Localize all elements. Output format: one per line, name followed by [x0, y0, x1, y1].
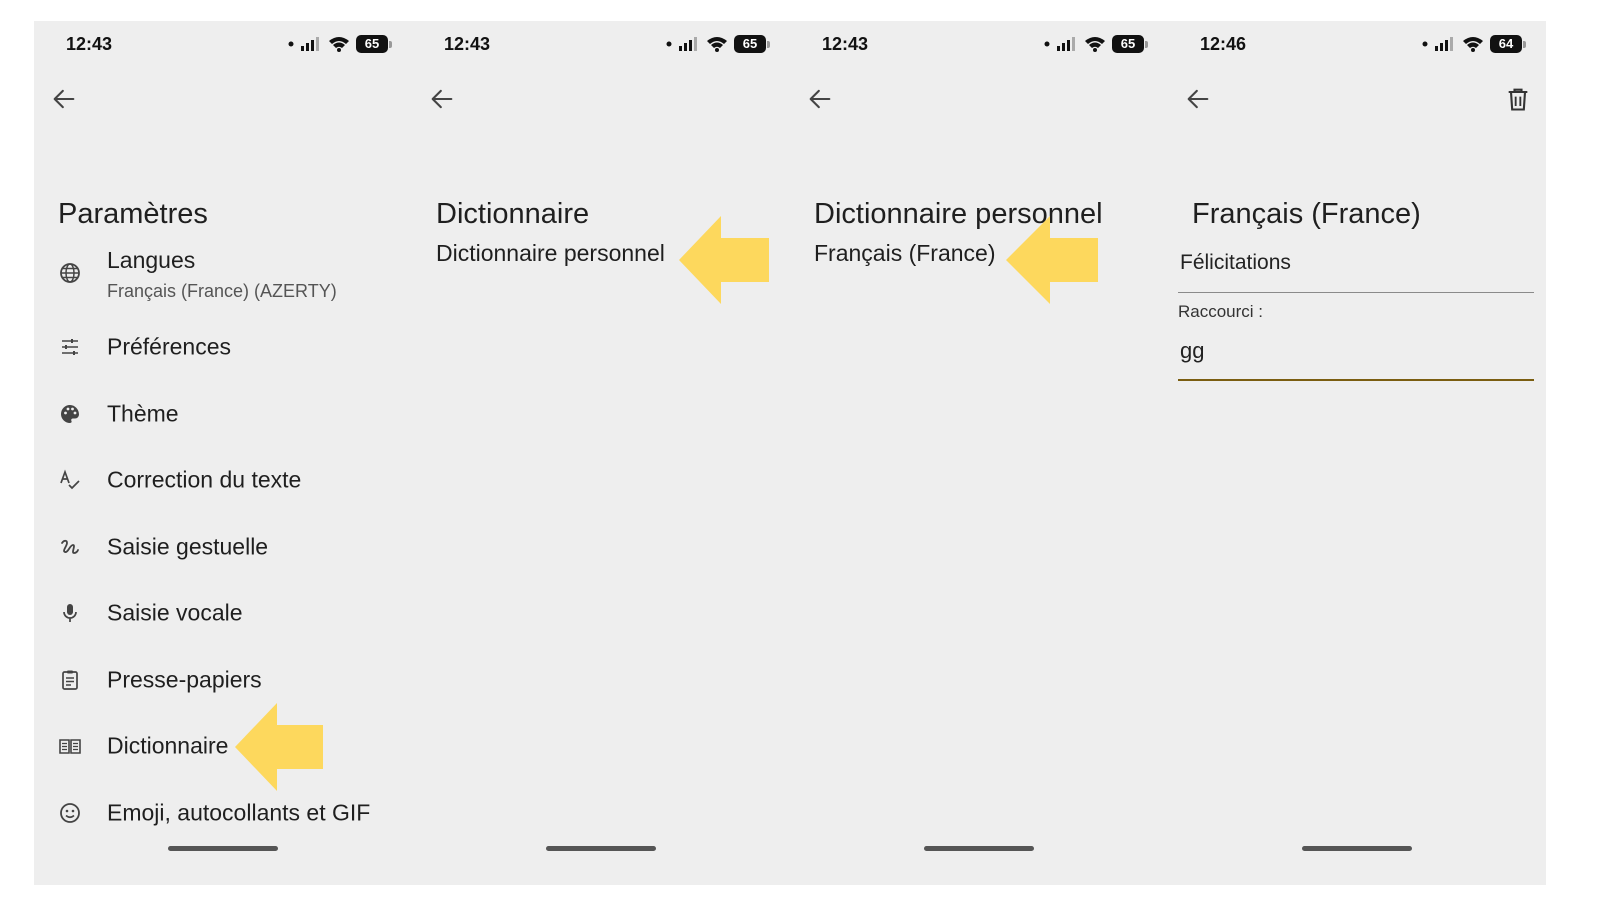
- menu-label: Dictionnaire: [107, 732, 229, 759]
- signal-icon: [1435, 37, 1453, 51]
- battery-icon: 64: [1490, 35, 1526, 53]
- shortcut-value: gg: [1180, 338, 1205, 363]
- status-time: 12:43: [822, 34, 869, 54]
- emoji-icon: [60, 803, 80, 823]
- menu-label: Préférences: [107, 333, 232, 360]
- back-arrow-icon[interactable]: [806, 85, 834, 113]
- menu-item-saisie-gestuelle[interactable]: Saisie gestuelle: [34, 519, 412, 575]
- gesture-icon: [61, 539, 79, 554]
- menu-item-dictionnaire[interactable]: Dictionnaire: [34, 718, 412, 774]
- menu-label: Correction du texte: [107, 466, 302, 493]
- menu-item-langues[interactable]: Langues Français (France) (AZERTY): [34, 239, 412, 307]
- menu-item-presse-papiers[interactable]: Presse-papiers: [34, 652, 412, 708]
- palette-icon: [60, 405, 79, 423]
- page-title: Dictionnaire: [436, 198, 590, 230]
- clipboard-icon: [62, 670, 78, 690]
- shortcut-field[interactable]: gg: [1178, 331, 1534, 381]
- battery-icon: 65: [734, 35, 770, 53]
- menu-label: Saisie vocale: [107, 599, 243, 626]
- battery-icon: 65: [1112, 35, 1148, 53]
- menu-label: Saisie gestuelle: [107, 533, 269, 560]
- dot-icon: [288, 41, 294, 47]
- home-indicator: [1302, 846, 1412, 851]
- wifi-icon: [1085, 37, 1105, 52]
- home-indicator: [924, 846, 1034, 851]
- page-title: Français (France): [1192, 198, 1421, 230]
- globe-icon: [60, 263, 80, 283]
- book-icon: [59, 739, 81, 754]
- menu-item-emoji[interactable]: Emoji, autocollants et GIF: [34, 785, 412, 841]
- status-time: 12:43: [66, 34, 113, 54]
- wifi-icon: [329, 37, 349, 52]
- menu-label: Thème: [107, 400, 179, 427]
- word-field[interactable]: Félicitations: [1178, 241, 1534, 293]
- signal-icon: [1057, 37, 1075, 51]
- screen-settings: 12:43 65 Paramètres Langues Français (Fr…: [34, 21, 412, 885]
- status-icons: 64: [1422, 35, 1526, 53]
- status-bar: 12:43 65: [34, 21, 412, 67]
- status-icons: 65: [1044, 35, 1148, 53]
- signal-icon: [301, 37, 319, 51]
- back-arrow-icon[interactable]: [50, 85, 78, 113]
- mic-icon: [63, 604, 77, 622]
- sliders-icon: [62, 339, 78, 355]
- status-bar: 12:43 65: [790, 21, 1168, 67]
- highlight-arrow-icon: [1006, 216, 1098, 304]
- status-bar: 12:43 65: [412, 21, 790, 67]
- highlight-arrow-icon: [679, 216, 769, 304]
- dot-icon: [1044, 41, 1050, 47]
- status-icons: 65: [666, 35, 770, 53]
- spellcheck-icon: [60, 469, 80, 490]
- item-francais-france[interactable]: Français (France): [814, 240, 995, 267]
- home-indicator: [168, 846, 278, 851]
- dot-icon: [1422, 41, 1428, 47]
- dot-icon: [666, 41, 672, 47]
- wifi-icon: [1463, 37, 1483, 52]
- menu-label: Emoji, autocollants et GIF: [107, 799, 371, 826]
- menu-label: Presse-papiers: [107, 666, 262, 693]
- status-bar: 12:46 64: [1168, 21, 1546, 67]
- status-time: 12:46: [1200, 34, 1247, 54]
- back-arrow-icon[interactable]: [1184, 85, 1212, 113]
- menu-item-theme[interactable]: Thème: [34, 386, 412, 442]
- menu-item-saisie-vocale[interactable]: Saisie vocale: [34, 585, 412, 641]
- menu-item-preferences[interactable]: Préférences: [34, 319, 412, 375]
- signal-icon: [679, 37, 697, 51]
- word-value: Félicitations: [1180, 251, 1291, 274]
- menu-sublabel: Français (France) (AZERTY): [107, 281, 337, 301]
- home-indicator: [546, 846, 656, 851]
- screen-personal-dictionary: 12:43 65 Dictionnaire personnel Français…: [790, 21, 1168, 885]
- menu-item-correction[interactable]: Correction du texte: [34, 452, 412, 508]
- page-title: Paramètres: [58, 198, 208, 230]
- screen-dictionary: 12:43 65 Dictionnaire Dictionnaire perso…: [412, 21, 790, 885]
- wifi-icon: [707, 37, 727, 52]
- status-time: 12:43: [444, 34, 491, 54]
- trash-icon[interactable]: [1504, 85, 1532, 113]
- highlight-arrow-icon: [235, 703, 323, 791]
- menu-label: Langues: [107, 247, 196, 273]
- shortcut-label: Raccourci :: [1178, 302, 1264, 321]
- item-dictionnaire-personnel[interactable]: Dictionnaire personnel: [436, 240, 665, 267]
- status-icons: 65: [288, 35, 392, 53]
- back-arrow-icon[interactable]: [428, 85, 456, 113]
- screen-word-edit: 12:46 64 Français (France) Félicitations…: [1168, 21, 1546, 885]
- battery-icon: 65: [356, 35, 392, 53]
